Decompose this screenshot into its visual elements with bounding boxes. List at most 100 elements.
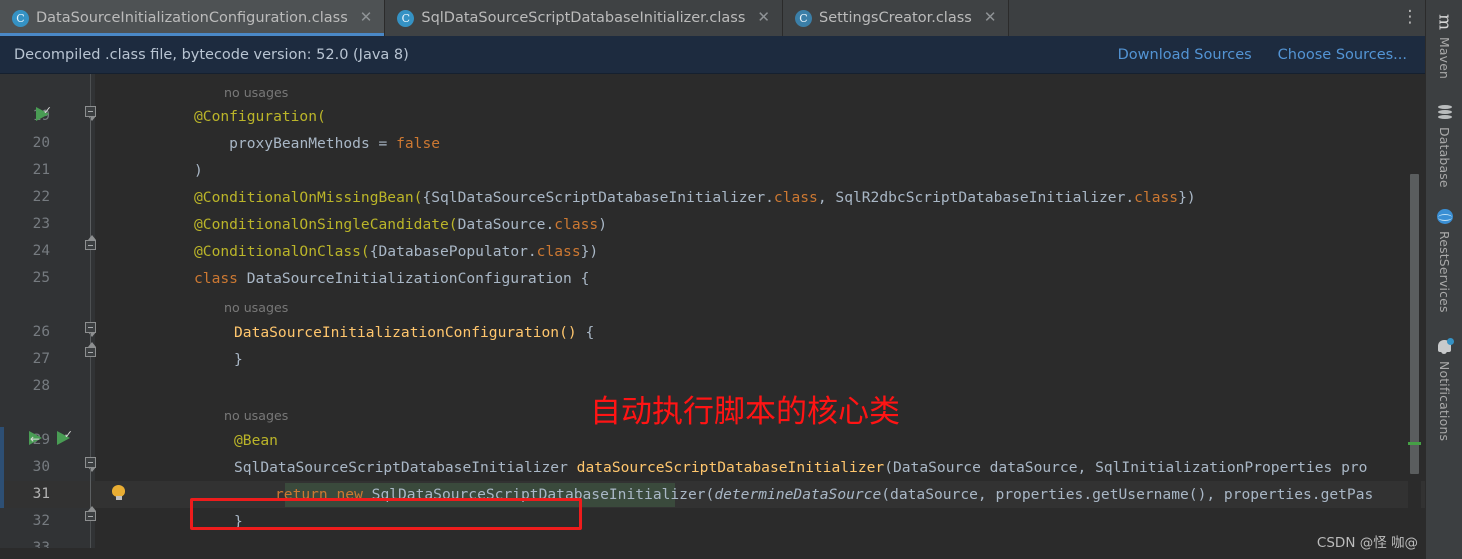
sidebar-item-label: Database	[1437, 127, 1452, 188]
vertical-scrollbar[interactable]	[1408, 74, 1421, 559]
choose-sources-link[interactable]: Choose Sources...	[1278, 47, 1407, 63]
class-icon: C	[12, 9, 29, 27]
code-token-class: class	[554, 216, 599, 233]
code-token-annotation: @Configuration(	[194, 108, 326, 125]
notification-badge	[1446, 338, 1454, 345]
download-sources-link[interactable]: Download Sources	[1118, 47, 1252, 63]
code-line-20: proxyBeanMethods = false	[194, 130, 440, 157]
tab-datasourceinitializationconfiguration[interactable]: C DataSourceInitializationConfiguration.…	[0, 0, 386, 36]
fold-line	[90, 117, 91, 245]
usage-hint[interactable]: no usages	[224, 296, 288, 320]
code-token-class: class	[536, 243, 581, 260]
code-token-params: (DataSource dataSource, SqlInitializatio…	[884, 459, 1368, 476]
line-number: 21	[32, 162, 50, 178]
editor-tab-bar: C DataSourceInitializationConfiguration.…	[0, 0, 1425, 36]
code-token-brace: {	[576, 324, 595, 341]
tab-label: DataSourceInitializationConfiguration.cl…	[36, 10, 348, 26]
code-content[interactable]: no usages @Configuration( proxyBeanMetho…	[95, 74, 1425, 559]
code-token-annotation: @ConditionalOnMissingBean(	[194, 189, 423, 206]
line-number: 24	[32, 243, 50, 259]
code-token-type: SqlDataSourceScriptDatabaseInitializer	[234, 459, 577, 476]
line-number-current: 31	[32, 486, 50, 502]
notification-actions: Download Sources Choose Sources...	[1118, 47, 1407, 63]
changed-lines-marker	[0, 427, 4, 508]
notification-message: Decompiled .class file, bytecode version…	[14, 46, 409, 63]
tab-overflow-menu-icon[interactable]: ⋮	[1401, 8, 1419, 26]
sidebar-item-label: Maven	[1437, 37, 1452, 80]
code-token-close: })	[580, 243, 599, 260]
code-line-26: DataSourceInitializationConfiguration() …	[234, 319, 594, 346]
code-token-type: {DatabasePopulator.	[369, 243, 537, 260]
code-line-30: SqlDataSourceScriptDatabaseInitializer d…	[234, 454, 1367, 481]
line-number: 25	[32, 270, 50, 286]
code-line-21: )	[194, 157, 203, 184]
fold-line	[90, 468, 91, 511]
code-token-operator: =	[369, 135, 397, 152]
line-number: 30	[32, 459, 50, 475]
vertical-scrollbar-thumb[interactable]	[1410, 174, 1419, 474]
code-token-constructor: DataSourceInitializationConfiguration()	[234, 324, 577, 341]
editor-bottom-strip	[0, 548, 1425, 559]
code-line-24: @ConditionalOnClass({DatabasePopulator.c…	[194, 238, 598, 265]
tab-settingscreator[interactable]: C SettingsCreator.class ✕	[782, 0, 1010, 36]
line-number: 26	[32, 324, 50, 340]
code-line-29: @Bean	[234, 427, 278, 454]
sidebar-item-restservices[interactable]: RestServices	[1426, 208, 1462, 313]
code-editor[interactable]: 19 20 21 22 23 24 25 26 27 28 29 30 31 3…	[0, 74, 1425, 559]
usage-hint[interactable]: no usages	[224, 81, 288, 105]
sidebar-item-notifications[interactable]: Notifications	[1426, 338, 1462, 441]
code-token-close: })	[1178, 189, 1196, 206]
code-token-type: {SqlDataSourceScriptDatabaseInitializer.	[422, 189, 774, 206]
code-token-param: proxyBeanMethods	[229, 135, 370, 152]
sidebar-item-maven[interactable]: m Maven	[1426, 14, 1462, 79]
code-token-false: false	[396, 135, 441, 152]
tab-close-icon[interactable]: ✕	[982, 8, 999, 29]
watermark: CSDN @怪 咖@	[1316, 535, 1418, 551]
line-number: 22	[32, 189, 50, 205]
usage-hint[interactable]: no usages	[224, 404, 288, 428]
decompiled-notification-bar: Decompiled .class file, bytecode version…	[0, 36, 1425, 74]
code-token-close: )	[598, 216, 607, 233]
line-number: 27	[32, 351, 50, 367]
tab-label: SqlDataSourceScriptDatabaseInitializer.c…	[421, 10, 746, 26]
line-number: 28	[32, 378, 50, 394]
code-token-classname: DataSourceInitializationConfiguration {	[237, 270, 590, 287]
sidebar-item-label: RestServices	[1437, 231, 1452, 313]
code-token-class: class	[1134, 189, 1179, 206]
code-token-method-italic: determineDataSource	[714, 486, 882, 503]
implemented-method-icon[interactable]: ←	[29, 431, 44, 446]
database-icon	[1436, 104, 1454, 122]
code-token-type: DataSource.	[457, 216, 555, 233]
code-line-22: @ConditionalOnMissingBean({SqlDataSource…	[194, 184, 1196, 211]
maven-icon: m	[1434, 14, 1455, 31]
line-number: 32	[32, 513, 50, 529]
tab-sqldatasourcescriptdatabaseinitializer[interactable]: C SqlDataSourceScriptDatabaseInitializer…	[385, 0, 783, 36]
code-token-class: class	[773, 189, 818, 206]
class-icon: C	[397, 9, 415, 27]
tab-label: SettingsCreator.class	[818, 10, 972, 26]
red-highlight-box	[190, 498, 582, 530]
code-line-27: }	[234, 346, 243, 373]
sidebar-item-database[interactable]: Database	[1426, 104, 1462, 188]
run-method-icon[interactable]: ✓	[57, 429, 73, 446]
line-number: 23	[32, 216, 50, 232]
run-class-icon[interactable]: ✓	[36, 105, 52, 122]
class-icon: C	[794, 9, 812, 27]
code-line-23: @ConditionalOnSingleCandidate(DataSource…	[194, 211, 607, 238]
ide-window: C DataSourceInitializationConfiguration.…	[0, 0, 1462, 559]
code-token-type: , SqlR2dbcScriptDatabaseInitializer.	[817, 189, 1135, 206]
code-token-annotation: @ConditionalOnSingleCandidate(	[194, 216, 458, 233]
tab-close-icon[interactable]: ✕	[755, 8, 772, 29]
tab-close-icon[interactable]: ✕	[358, 8, 375, 29]
code-token-paren: )	[194, 162, 203, 179]
right-tool-sidebar: m Maven Database RestServices Notificati…	[1425, 0, 1462, 559]
line-number: 20	[32, 135, 50, 151]
code-token-brace: }	[234, 351, 243, 368]
bell-icon	[1436, 338, 1454, 356]
code-line-25: class DataSourceInitializationConfigurat…	[194, 265, 589, 292]
code-token-annotation: @ConditionalOnClass(	[194, 243, 370, 260]
scrollbar-change-marker	[1408, 442, 1421, 445]
code-token-method: dataSourceScriptDatabaseInitializer	[576, 459, 885, 476]
code-token-keyword: class	[194, 270, 238, 287]
